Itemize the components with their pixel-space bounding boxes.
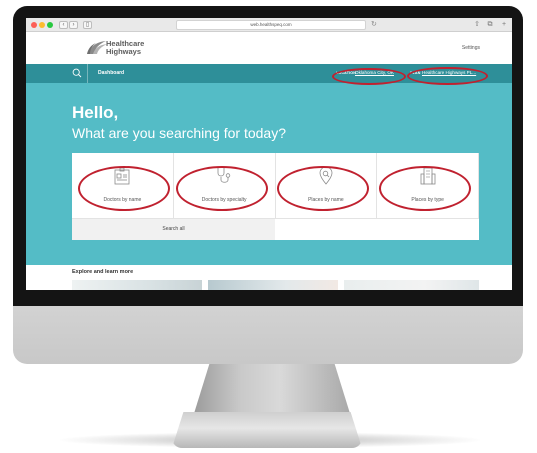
healthcare-highways-logo[interactable]: Healthcare Highways <box>86 38 146 58</box>
nav-search-button[interactable] <box>66 64 88 83</box>
address-bar-url: web.healthspeq.com <box>250 22 292 27</box>
monitor-stand-neck <box>192 358 352 420</box>
monitor-screen: ‹ › ▯ web.healthspeq.com ↻ ⇧ ⧉ + Healthc… <box>26 18 512 290</box>
reload-icon[interactable]: ↻ <box>371 20 377 28</box>
logo-swoosh-icon <box>87 41 107 54</box>
logo-line-2: Highways <box>106 46 142 56</box>
tabs-overview-icon[interactable]: ⧉ <box>486 21 494 29</box>
site-header: Healthcare Highways Settings <box>26 32 512 64</box>
explore-card-image[interactable] <box>208 280 338 290</box>
back-button[interactable]: ‹ <box>59 21 68 29</box>
maximize-window-button[interactable] <box>47 22 53 28</box>
explore-card-image[interactable] <box>344 280 479 290</box>
greeting-heading: Hello, <box>72 103 119 122</box>
places-by-name-highlight-oval <box>277 166 369 211</box>
close-window-button[interactable] <box>31 22 37 28</box>
card-footer-spacer <box>275 219 479 240</box>
forward-button[interactable]: › <box>69 21 78 29</box>
doctors-by-specialty-highlight-oval <box>176 166 268 211</box>
location-highlight-oval <box>332 68 406 85</box>
dashboard-link[interactable]: Dashboard <box>98 70 124 76</box>
minimize-window-button[interactable] <box>39 22 45 28</box>
doctors-by-name-highlight-oval <box>78 166 170 211</box>
search-all-button[interactable]: Search all <box>72 219 275 240</box>
places-by-type-highlight-oval <box>379 166 471 211</box>
new-tab-icon[interactable]: + <box>500 21 508 29</box>
sidebar-toggle-icon[interactable]: ▯ <box>83 21 92 29</box>
search-icon <box>72 68 82 78</box>
address-bar[interactable]: web.healthspeq.com <box>176 20 366 30</box>
plan-highlight-oval <box>407 67 488 85</box>
explore-section: Explore and learn more <box>26 265 512 290</box>
monitor-stand-base <box>172 412 362 448</box>
search-prompt-heading: What are you searching for today? <box>72 125 287 141</box>
explore-heading: Explore and learn more <box>72 269 134 275</box>
share-icon[interactable]: ⇧ <box>473 21 481 29</box>
explore-card-image[interactable] <box>72 280 202 290</box>
settings-link[interactable]: Settings <box>462 45 480 51</box>
browser-toolbar: ‹ › ▯ web.healthspeq.com ↻ ⇧ ⧉ + <box>26 18 512 32</box>
